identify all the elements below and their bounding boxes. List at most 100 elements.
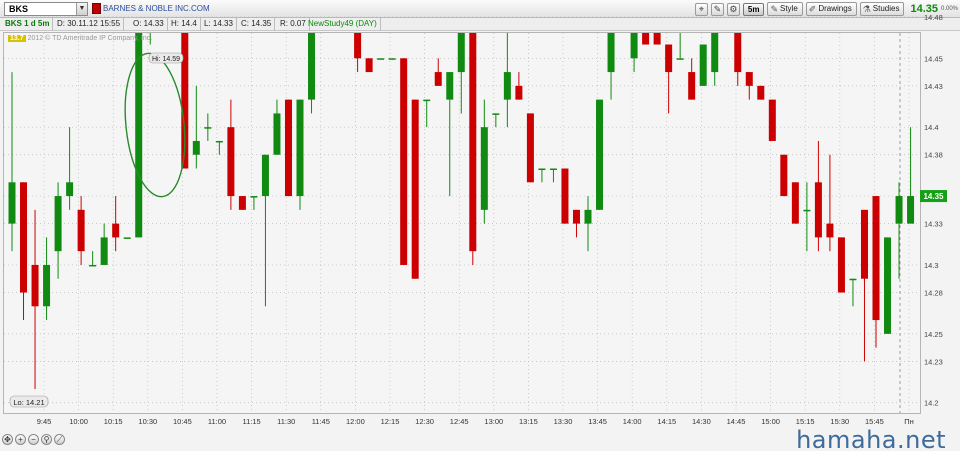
x-tick-label: 12:15 bbox=[381, 417, 400, 426]
y-tick-label: 14.33 bbox=[924, 220, 943, 229]
candle-up[interactable] bbox=[261, 154, 269, 197]
candle-down[interactable] bbox=[757, 85, 765, 100]
candle-down[interactable] bbox=[284, 99, 292, 197]
x-tick-label: 14:15 bbox=[657, 417, 676, 426]
candle-up[interactable] bbox=[699, 44, 707, 86]
candle-down[interactable] bbox=[238, 196, 246, 210]
candlestick-chart: 14.2 14.23 14.25 14.28 14.3 14.33 14.35 14.38 14… bbox=[4, 0, 947, 426]
candle-up[interactable] bbox=[204, 127, 212, 129]
candle-down[interactable] bbox=[31, 264, 39, 307]
x-tick-label: 15:15 bbox=[796, 417, 815, 426]
candle-up[interactable] bbox=[895, 196, 903, 224]
candle-up[interactable] bbox=[123, 237, 131, 239]
candle-down[interactable] bbox=[642, 31, 650, 45]
candle-up[interactable] bbox=[630, 17, 638, 59]
x-tick-label: 11:00 bbox=[208, 417, 226, 426]
candle-down[interactable] bbox=[860, 209, 868, 279]
candle-up[interactable] bbox=[147, 0, 154, 3]
y-tick-label: 14.4 bbox=[924, 123, 939, 132]
candle-down[interactable] bbox=[77, 209, 85, 252]
y-tick-label: 14.28 bbox=[924, 289, 943, 298]
candle-up[interactable] bbox=[296, 99, 304, 197]
draw-line-icon[interactable]: ⟋ bbox=[54, 434, 65, 445]
candle-up[interactable] bbox=[8, 182, 16, 224]
candle-up[interactable] bbox=[549, 168, 557, 171]
x-tick-label: 13:00 bbox=[484, 417, 503, 426]
candle-up[interactable] bbox=[907, 196, 915, 224]
candle-down[interactable] bbox=[526, 113, 534, 183]
candle-down[interactable] bbox=[112, 223, 120, 238]
candle-down[interactable] bbox=[688, 72, 696, 100]
y-tick-label: 14.48 bbox=[924, 13, 943, 22]
candle-down[interactable] bbox=[469, 3, 477, 252]
candle-up[interactable] bbox=[884, 237, 892, 334]
candle-up[interactable] bbox=[192, 140, 200, 155]
x-tick-label: 11:15 bbox=[242, 417, 260, 426]
zoom-tools: ✥ + − ⚲ ⟋ bbox=[2, 434, 65, 445]
candle-up[interactable] bbox=[331, 0, 338, 3]
candle-down[interactable] bbox=[227, 127, 235, 197]
candle-down[interactable] bbox=[411, 99, 419, 279]
candle-down[interactable] bbox=[434, 72, 442, 86]
candle-up[interactable] bbox=[135, 17, 143, 238]
x-tick-label: 13:15 bbox=[519, 417, 538, 426]
candle-down[interactable] bbox=[365, 58, 373, 73]
candle-down[interactable] bbox=[768, 99, 776, 141]
candle-up[interactable] bbox=[89, 264, 97, 267]
candle-down[interactable] bbox=[826, 223, 834, 238]
candle-down[interactable] bbox=[837, 237, 845, 293]
candle-down[interactable] bbox=[745, 72, 753, 86]
copyright-text: 2012 © TD Ameritrade IP Company, Inc. bbox=[27, 35, 153, 42]
candle-down[interactable] bbox=[572, 209, 580, 224]
candle-up[interactable] bbox=[423, 99, 431, 102]
candle-down[interactable] bbox=[515, 85, 523, 100]
candle-up[interactable] bbox=[676, 58, 684, 60]
candle-down[interactable] bbox=[20, 182, 28, 293]
candle-down[interactable] bbox=[723, 0, 730, 17]
y-tick-label: 14.45 bbox=[924, 54, 943, 63]
candle-down[interactable] bbox=[734, 17, 742, 73]
candle-down[interactable] bbox=[653, 31, 661, 45]
candle-up[interactable] bbox=[446, 72, 454, 100]
candle-down[interactable] bbox=[561, 168, 569, 224]
pan-icon[interactable]: ✥ bbox=[2, 434, 13, 445]
candle-down[interactable] bbox=[791, 182, 799, 224]
y-tick-label: 14.43 bbox=[924, 82, 943, 91]
y-tick-label: 14.25 bbox=[924, 330, 943, 339]
candle-up[interactable] bbox=[250, 196, 258, 198]
candle-up[interactable] bbox=[596, 99, 604, 210]
candle-down[interactable] bbox=[665, 44, 673, 73]
zoom-in-icon[interactable]: + bbox=[15, 434, 26, 445]
candle-up[interactable] bbox=[100, 237, 108, 265]
candle-up[interactable] bbox=[803, 209, 811, 212]
candle-up[interactable] bbox=[273, 113, 281, 155]
candle-up[interactable] bbox=[538, 168, 546, 171]
candle-down[interactable] bbox=[814, 182, 822, 238]
candle-up[interactable] bbox=[377, 58, 385, 60]
zoom-out-icon[interactable]: − bbox=[28, 434, 39, 445]
candle-up[interactable] bbox=[480, 127, 488, 210]
candle-up[interactable] bbox=[54, 196, 62, 252]
candle-up[interactable] bbox=[849, 278, 857, 281]
x-tick-label: 14:45 bbox=[727, 417, 746, 426]
candle-up[interactable] bbox=[308, 17, 316, 100]
candle-up[interactable] bbox=[66, 182, 74, 197]
x-tick-label: Пн bbox=[904, 417, 914, 426]
candle-up[interactable] bbox=[492, 113, 500, 115]
candle-up[interactable] bbox=[457, 3, 465, 73]
candle-up[interactable] bbox=[584, 209, 592, 224]
candle-up[interactable] bbox=[711, 0, 719, 73]
candle-up[interactable] bbox=[388, 58, 396, 60]
x-tick-label: 15:30 bbox=[830, 417, 849, 426]
candle-up[interactable] bbox=[607, 3, 615, 73]
candle-down[interactable] bbox=[354, 0, 362, 59]
candle-down[interactable] bbox=[780, 154, 788, 197]
magnifier-icon[interactable]: ⚲ bbox=[41, 434, 52, 445]
candle-up[interactable] bbox=[43, 264, 51, 307]
candle-up[interactable] bbox=[503, 72, 511, 100]
candle-up[interactable] bbox=[215, 140, 223, 143]
candle-down[interactable] bbox=[400, 58, 408, 265]
candle-down[interactable] bbox=[872, 196, 880, 321]
candle-down[interactable] bbox=[619, 17, 626, 31]
x-tick-label: 13:45 bbox=[588, 417, 607, 426]
